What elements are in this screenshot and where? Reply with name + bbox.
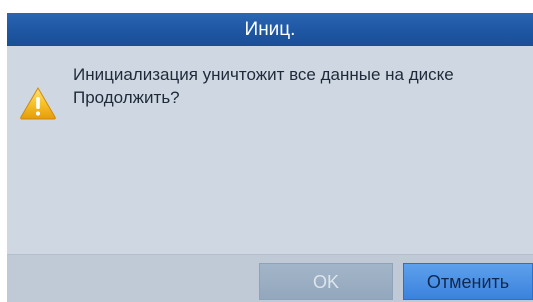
cancel-button[interactable]: Отменить bbox=[403, 263, 533, 300]
init-dialog: Иниц. Инициализация уничтожит все данные… bbox=[7, 13, 533, 302]
dialog-message: Инициализация уничтожит все данные на ди… bbox=[73, 63, 533, 109]
dialog-body: Инициализация уничтожит все данные на ди… bbox=[7, 46, 533, 254]
message-line-2: Продолжить? bbox=[73, 88, 180, 107]
ok-button[interactable]: OK bbox=[259, 263, 393, 300]
message-line-1: Инициализация уничтожит все данные на ди… bbox=[73, 65, 454, 84]
dialog-footer: OK Отменить bbox=[7, 254, 533, 302]
warning-icon bbox=[19, 86, 57, 120]
dialog-title: Иниц. bbox=[7, 13, 533, 46]
